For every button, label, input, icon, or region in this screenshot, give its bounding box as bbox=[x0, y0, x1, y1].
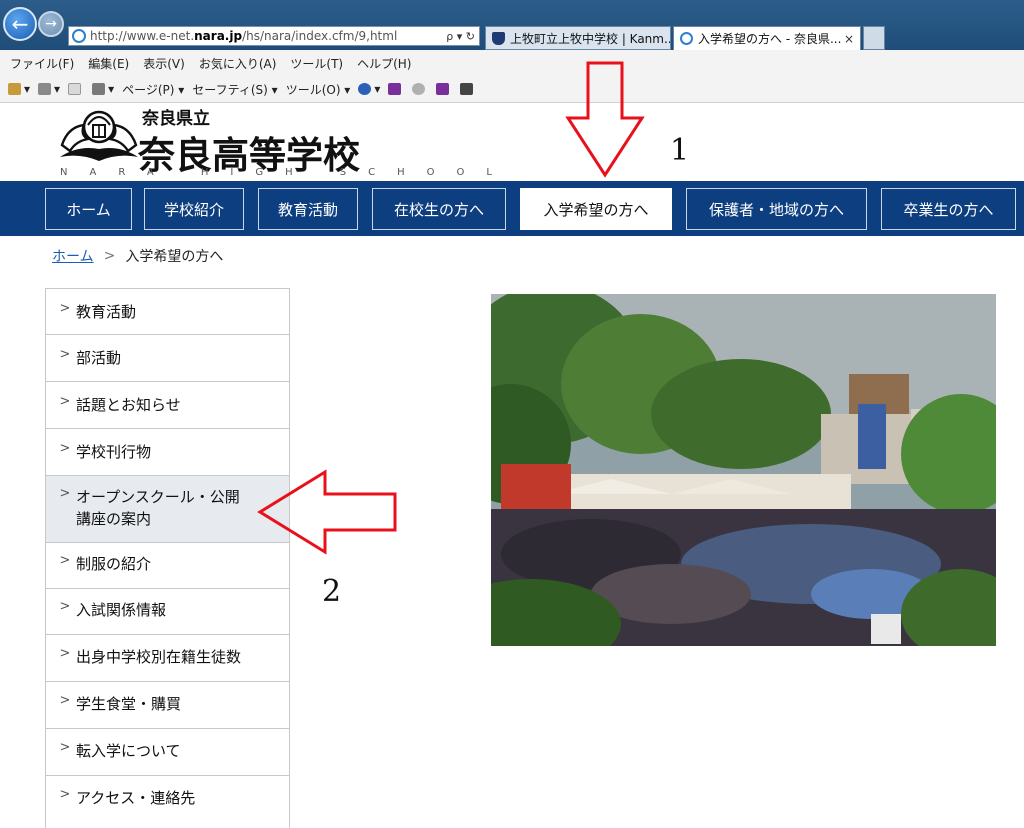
nav-education[interactable]: 教育活動 bbox=[258, 188, 358, 230]
side-item-label: 出身中学校別在籍生徒数 bbox=[76, 648, 242, 666]
nav-school-intro[interactable]: 学校紹介 bbox=[144, 188, 244, 230]
nav-current-students[interactable]: 在校生の方へ bbox=[372, 188, 506, 230]
chevron-right-icon: > bbox=[59, 394, 71, 409]
annotation-label-1: 1 bbox=[670, 133, 690, 168]
side-item-label-line1: オープンスクール・公開 bbox=[76, 488, 240, 506]
side-menu: > 教育活動 > 部活動 > 話題とお知らせ > 学校刊行物 > オープンスクール・公開… bbox=[45, 288, 290, 828]
research-icon[interactable] bbox=[436, 83, 452, 95]
side-item-uniform[interactable]: > 制服の紹介 bbox=[46, 543, 289, 589]
shield-icon bbox=[492, 31, 505, 45]
side-item-open-school[interactable]: > オープンスクール・公開 講座の案内 bbox=[46, 476, 289, 543]
side-item-label-line2: 講座の案内 bbox=[76, 510, 152, 528]
mail-icon[interactable] bbox=[68, 83, 84, 95]
url-icon[interactable] bbox=[460, 83, 476, 95]
forward-button[interactable]: → bbox=[38, 11, 64, 37]
menu-edit[interactable]: 編集(E) bbox=[88, 55, 129, 72]
menu-view[interactable]: 表示(V) bbox=[143, 55, 185, 72]
menu-tools[interactable]: ツール(T) bbox=[290, 55, 343, 72]
photo-illustration bbox=[491, 294, 996, 646]
side-item-transfer[interactable]: > 転入学について bbox=[46, 729, 289, 776]
address-url[interactable]: http://www.e-net.nara.jp/hs/nara/index.c… bbox=[90, 29, 431, 43]
browser-titlebar: ← → http://www.e-net.nara.jp/hs/nara/ind… bbox=[0, 0, 1024, 50]
feeds-icon[interactable]: ▾ bbox=[38, 82, 60, 96]
breadcrumb-current: 入学希望の方へ bbox=[125, 249, 224, 265]
chevron-right-icon: > bbox=[59, 787, 71, 802]
side-item-label: 転入学について bbox=[76, 742, 181, 760]
menu-file[interactable]: ファイル(F) bbox=[10, 55, 74, 72]
browser-tab-kanmaki[interactable]: 上牧町立上牧中学校 | Kanm... bbox=[485, 26, 671, 50]
side-item-label: 教育活動 bbox=[76, 303, 137, 321]
side-item-publications[interactable]: > 学校刊行物 bbox=[46, 429, 289, 476]
address-search-refresh-icons[interactable]: ρ ▾ ↻ bbox=[431, 30, 479, 43]
breadcrumb-home-link[interactable]: ホーム bbox=[52, 246, 94, 266]
chevron-right-icon: > bbox=[59, 486, 71, 501]
nav-alumni[interactable]: 卒業生の方へ bbox=[881, 188, 1016, 230]
annotation-arrow-down bbox=[565, 61, 645, 178]
tab-title: 入学希望の方へ - 奈良県... bbox=[698, 32, 842, 46]
side-item-label: 入試関係情報 bbox=[76, 601, 167, 619]
chevron-right-icon: > bbox=[59, 599, 71, 614]
side-item-label: 学生食堂・購買 bbox=[76, 695, 182, 713]
ie-icon bbox=[72, 29, 86, 43]
chevron-right-icon: > bbox=[59, 347, 71, 362]
global-nav: ホーム 学校紹介 教育活動 在校生の方へ 入学希望の方へ 保護者・地域の方へ 卒… bbox=[0, 181, 1024, 236]
back-button[interactable]: ← bbox=[3, 7, 37, 41]
forward-arrow-icon: → bbox=[45, 16, 57, 32]
side-item-label: 制服の紹介 bbox=[76, 555, 152, 573]
back-arrow-icon: ← bbox=[11, 12, 29, 36]
school-name-en: NARA HIGH SCHOOL bbox=[60, 167, 514, 178]
browser-menubar: ファイル(F) 編集(E) 表示(V) お気に入り(A) ツール(T) ヘルプ(… bbox=[0, 50, 1024, 76]
nav-prospective-students[interactable]: 入学希望の方へ bbox=[520, 188, 672, 230]
ie-icon bbox=[680, 32, 693, 45]
chevron-right-icon: > bbox=[59, 301, 71, 316]
cmd-tools[interactable]: ツール(O) ▾ bbox=[286, 81, 351, 98]
url-domain: nara.jp bbox=[194, 29, 243, 43]
chevron-right-icon: > bbox=[59, 553, 71, 568]
close-tab-icon[interactable]: × bbox=[844, 32, 854, 46]
side-item-label: 部活動 bbox=[76, 349, 122, 367]
browser-tab-nara-active[interactable]: 入学希望の方へ - 奈良県... × bbox=[673, 26, 861, 50]
side-item-label: アクセス・連絡先 bbox=[76, 789, 196, 807]
school-festival-photo bbox=[491, 294, 996, 646]
chevron-right-icon: > bbox=[59, 441, 71, 456]
settings-gear-icon[interactable] bbox=[412, 83, 428, 95]
side-item-news[interactable]: > 話題とお知らせ bbox=[46, 382, 289, 429]
side-item-education[interactable]: > 教育活動 bbox=[46, 289, 289, 335]
side-item-clubs[interactable]: > 部活動 bbox=[46, 335, 289, 382]
chevron-right-icon: > bbox=[59, 693, 71, 708]
cmd-page[interactable]: ページ(P) ▾ bbox=[122, 81, 184, 98]
side-item-label: オープンスクール・公開 講座の案内 bbox=[76, 486, 240, 530]
breadcrumb-separator-icon: > bbox=[103, 248, 116, 264]
browser-command-bar: ▾ ▾ ▾ ページ(P) ▾ セーフティ(S) ▾ ツール(O) ▾ ▾ bbox=[0, 76, 1024, 103]
nav-home[interactable]: ホーム bbox=[45, 188, 132, 230]
help-icon[interactable]: ▾ bbox=[358, 82, 380, 96]
side-item-students-by-school[interactable]: > 出身中学校別在籍生徒数 bbox=[46, 635, 289, 682]
url-prefix: http://www.e-net. bbox=[90, 29, 195, 43]
side-item-admissions-info[interactable]: > 入試関係情報 bbox=[46, 589, 289, 635]
menu-favorites[interactable]: お気に入り(A) bbox=[199, 55, 277, 72]
annotation-arrow-left bbox=[257, 469, 397, 555]
annotation-label-2: 2 bbox=[322, 574, 342, 609]
url-path: /hs/nara/index.cfm/9,html bbox=[242, 29, 398, 43]
address-bar[interactable]: http://www.e-net.nara.jp/hs/nara/index.c… bbox=[68, 26, 480, 46]
onenote-icon[interactable] bbox=[388, 83, 404, 95]
site-header: 奈良県立 奈良高等学校 NARA HIGH SCHOOL bbox=[0, 103, 1024, 181]
side-item-access[interactable]: > アクセス・連絡先 bbox=[46, 776, 289, 823]
chevron-right-icon: > bbox=[59, 646, 71, 661]
nav-parents-community[interactable]: 保護者・地域の方へ bbox=[686, 188, 867, 230]
home-icon[interactable]: ▾ bbox=[8, 82, 30, 96]
chevron-right-icon: > bbox=[59, 740, 71, 755]
school-crest-logo bbox=[60, 110, 138, 161]
menu-help[interactable]: ヘルプ(H) bbox=[357, 55, 411, 72]
breadcrumb: ホーム > 入学希望の方へ bbox=[52, 246, 223, 266]
cmd-safety[interactable]: セーフティ(S) ▾ bbox=[192, 81, 277, 98]
print-icon[interactable]: ▾ bbox=[92, 82, 114, 96]
tab-title: 上牧町立上牧中学校 | Kanm... bbox=[510, 31, 671, 46]
side-item-cafeteria[interactable]: > 学生食堂・購買 bbox=[46, 682, 289, 729]
side-item-label: 学校刊行物 bbox=[76, 443, 152, 461]
side-item-label: 話題とお知らせ bbox=[76, 396, 181, 414]
new-tab-button[interactable] bbox=[863, 26, 885, 50]
